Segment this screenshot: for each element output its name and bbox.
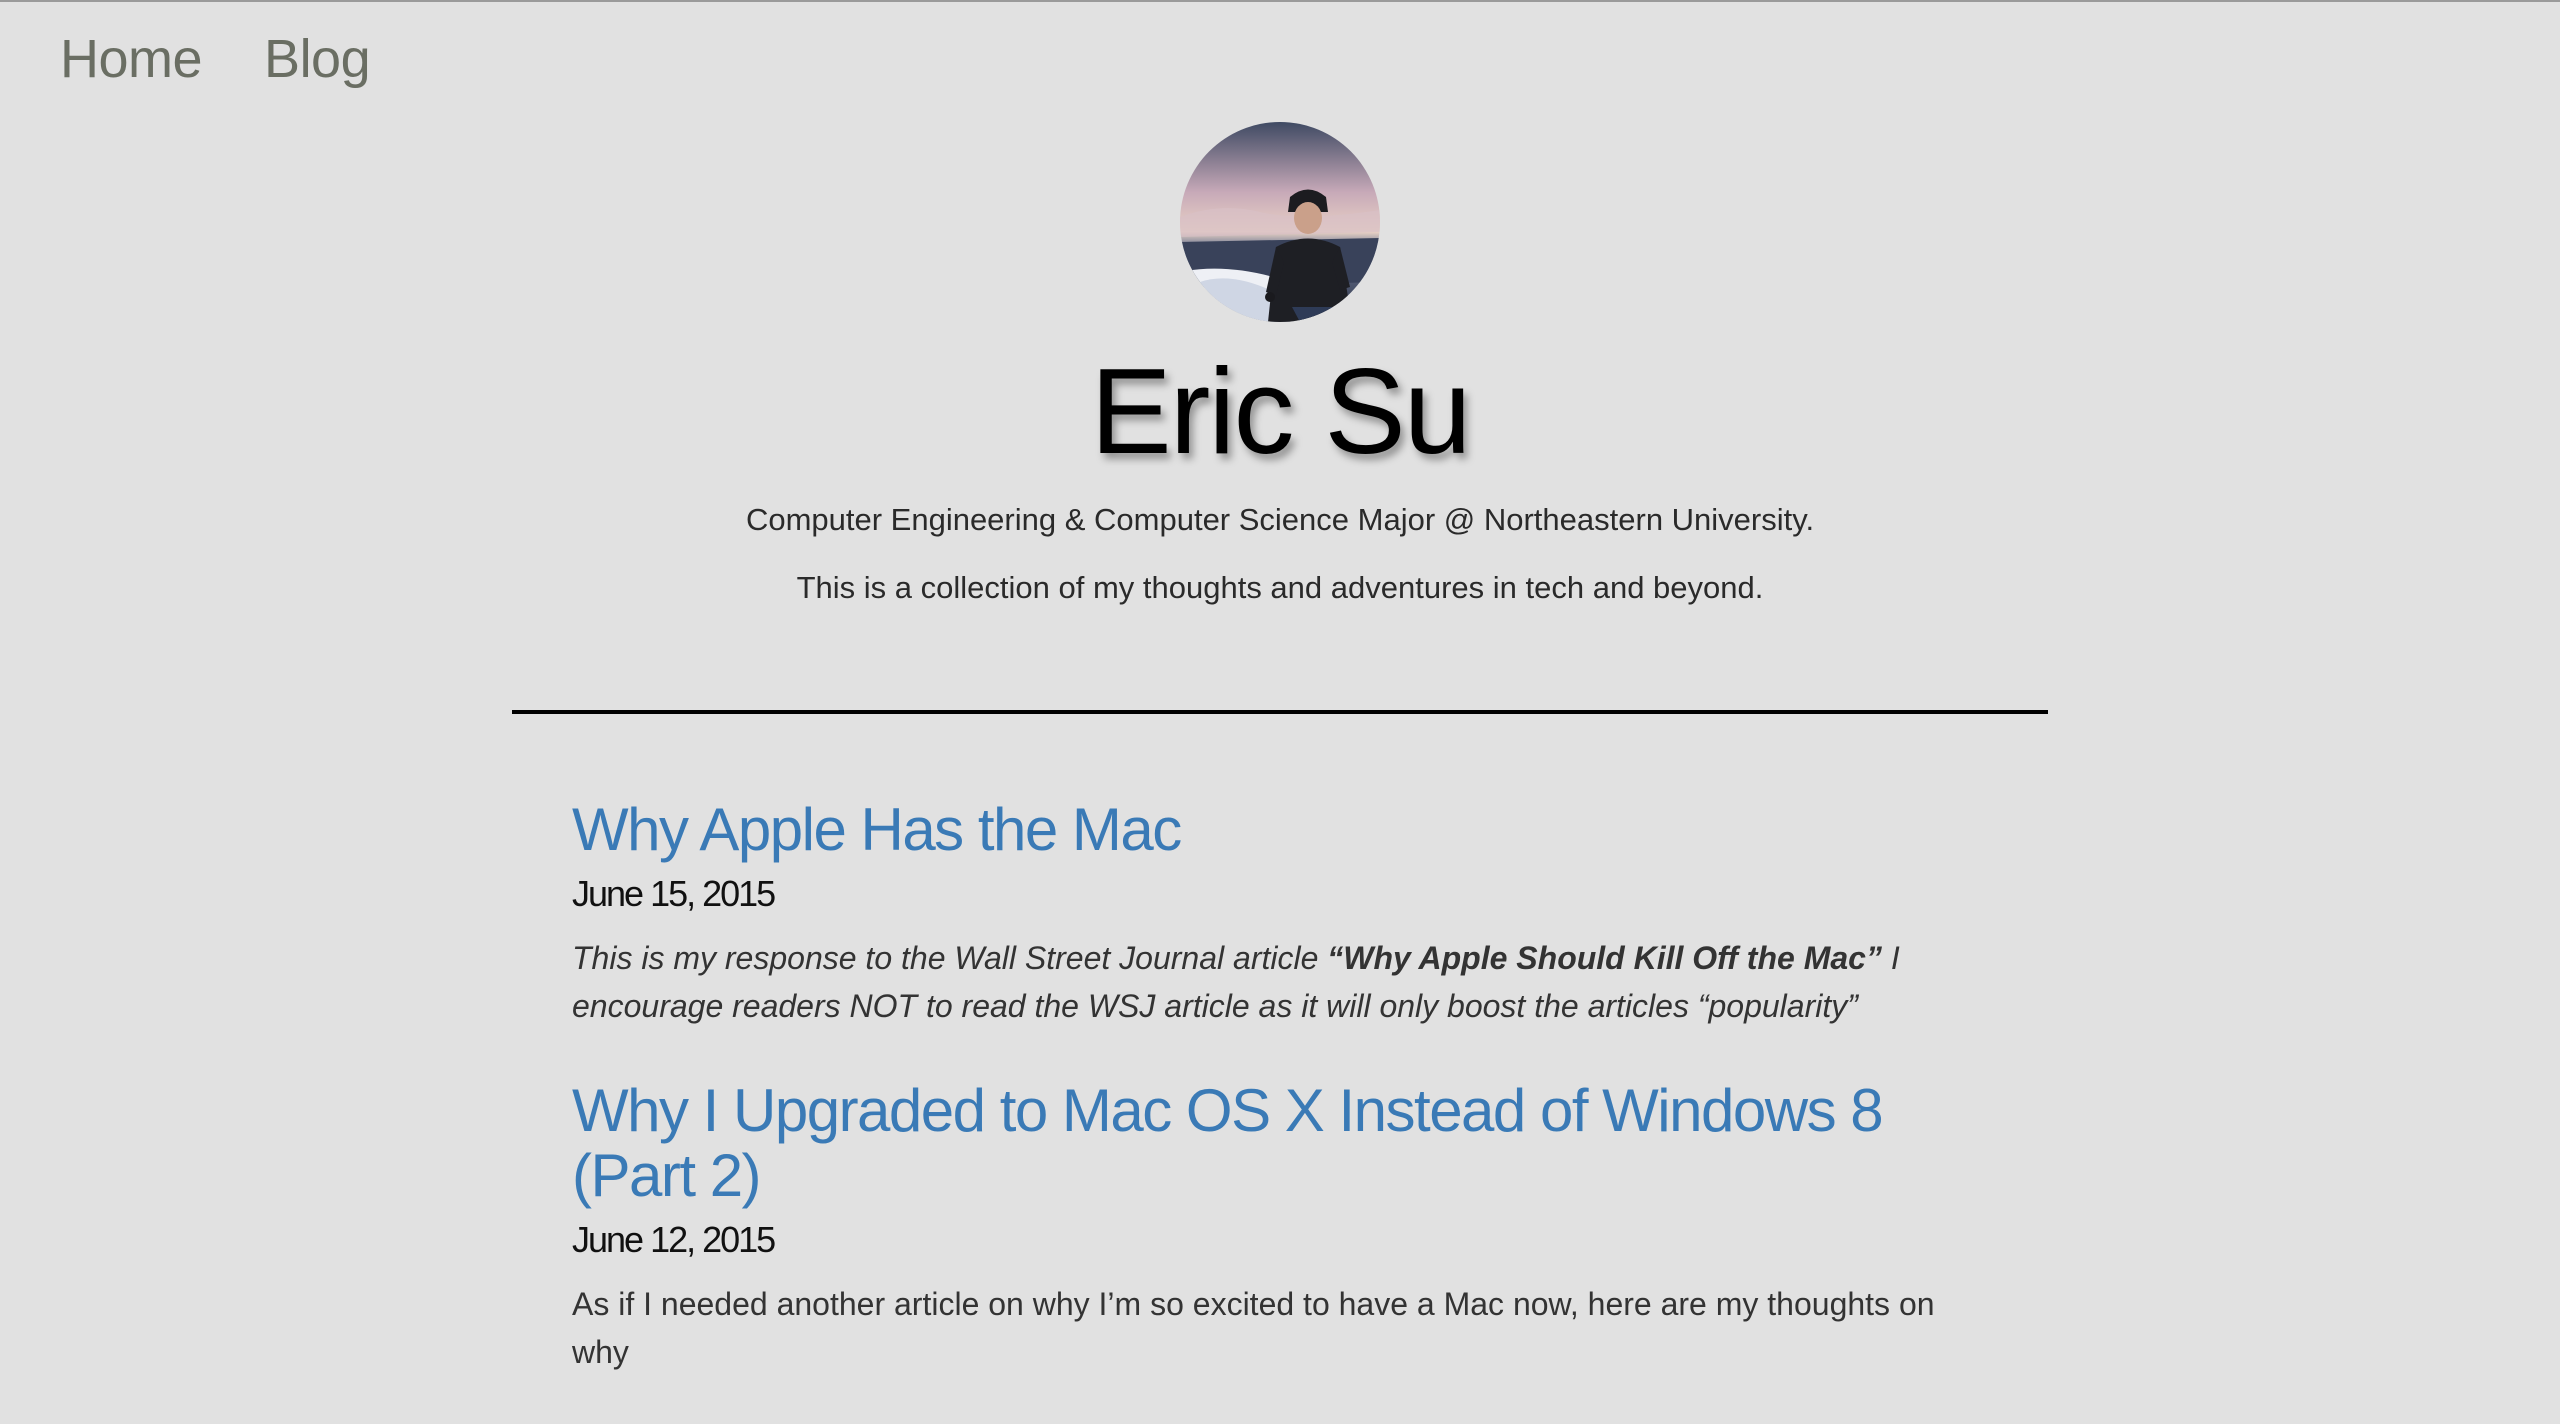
tagline-description: This is a collection of my thoughts and … (796, 570, 1764, 605)
header-divider (512, 710, 2048, 714)
site-title: Eric Su (1090, 343, 1471, 479)
post-item: Why I Upgraded to Mac OS X Instead of Wi… (572, 1078, 1992, 1376)
post-title-link[interactable]: Why I Upgraded to Mac OS X Instead of Wi… (572, 1078, 1992, 1208)
post-list: Why Apple Has the Mac June 15, 2015 This… (572, 797, 1992, 1424)
excerpt-text: This is my response to the Wall Street J… (572, 940, 1328, 976)
avatar-photo (1180, 122, 1380, 322)
post-excerpt: As if I needed another article on why I’… (572, 1286, 1935, 1370)
post-title-link[interactable]: Why Apple Has the Mac (572, 797, 1992, 862)
tagline-major: Computer Engineering & Computer Science … (745, 502, 1815, 537)
nav-blog-link[interactable]: Blog (264, 32, 371, 86)
post-date: June 15, 2015 (572, 873, 776, 914)
avatar (1180, 122, 1380, 322)
post-item: Why Apple Has the Mac June 15, 2015 This… (572, 797, 1992, 1030)
nav-home-link[interactable]: Home (60, 32, 203, 86)
post-excerpt: This is my response to the Wall Street J… (572, 934, 1992, 1030)
excerpt-article-title: “Why Apple Should Kill Off the Mac” (1327, 940, 1882, 976)
post-date: June 12, 2015 (572, 1219, 776, 1260)
top-nav: Home Blog (60, 32, 371, 86)
